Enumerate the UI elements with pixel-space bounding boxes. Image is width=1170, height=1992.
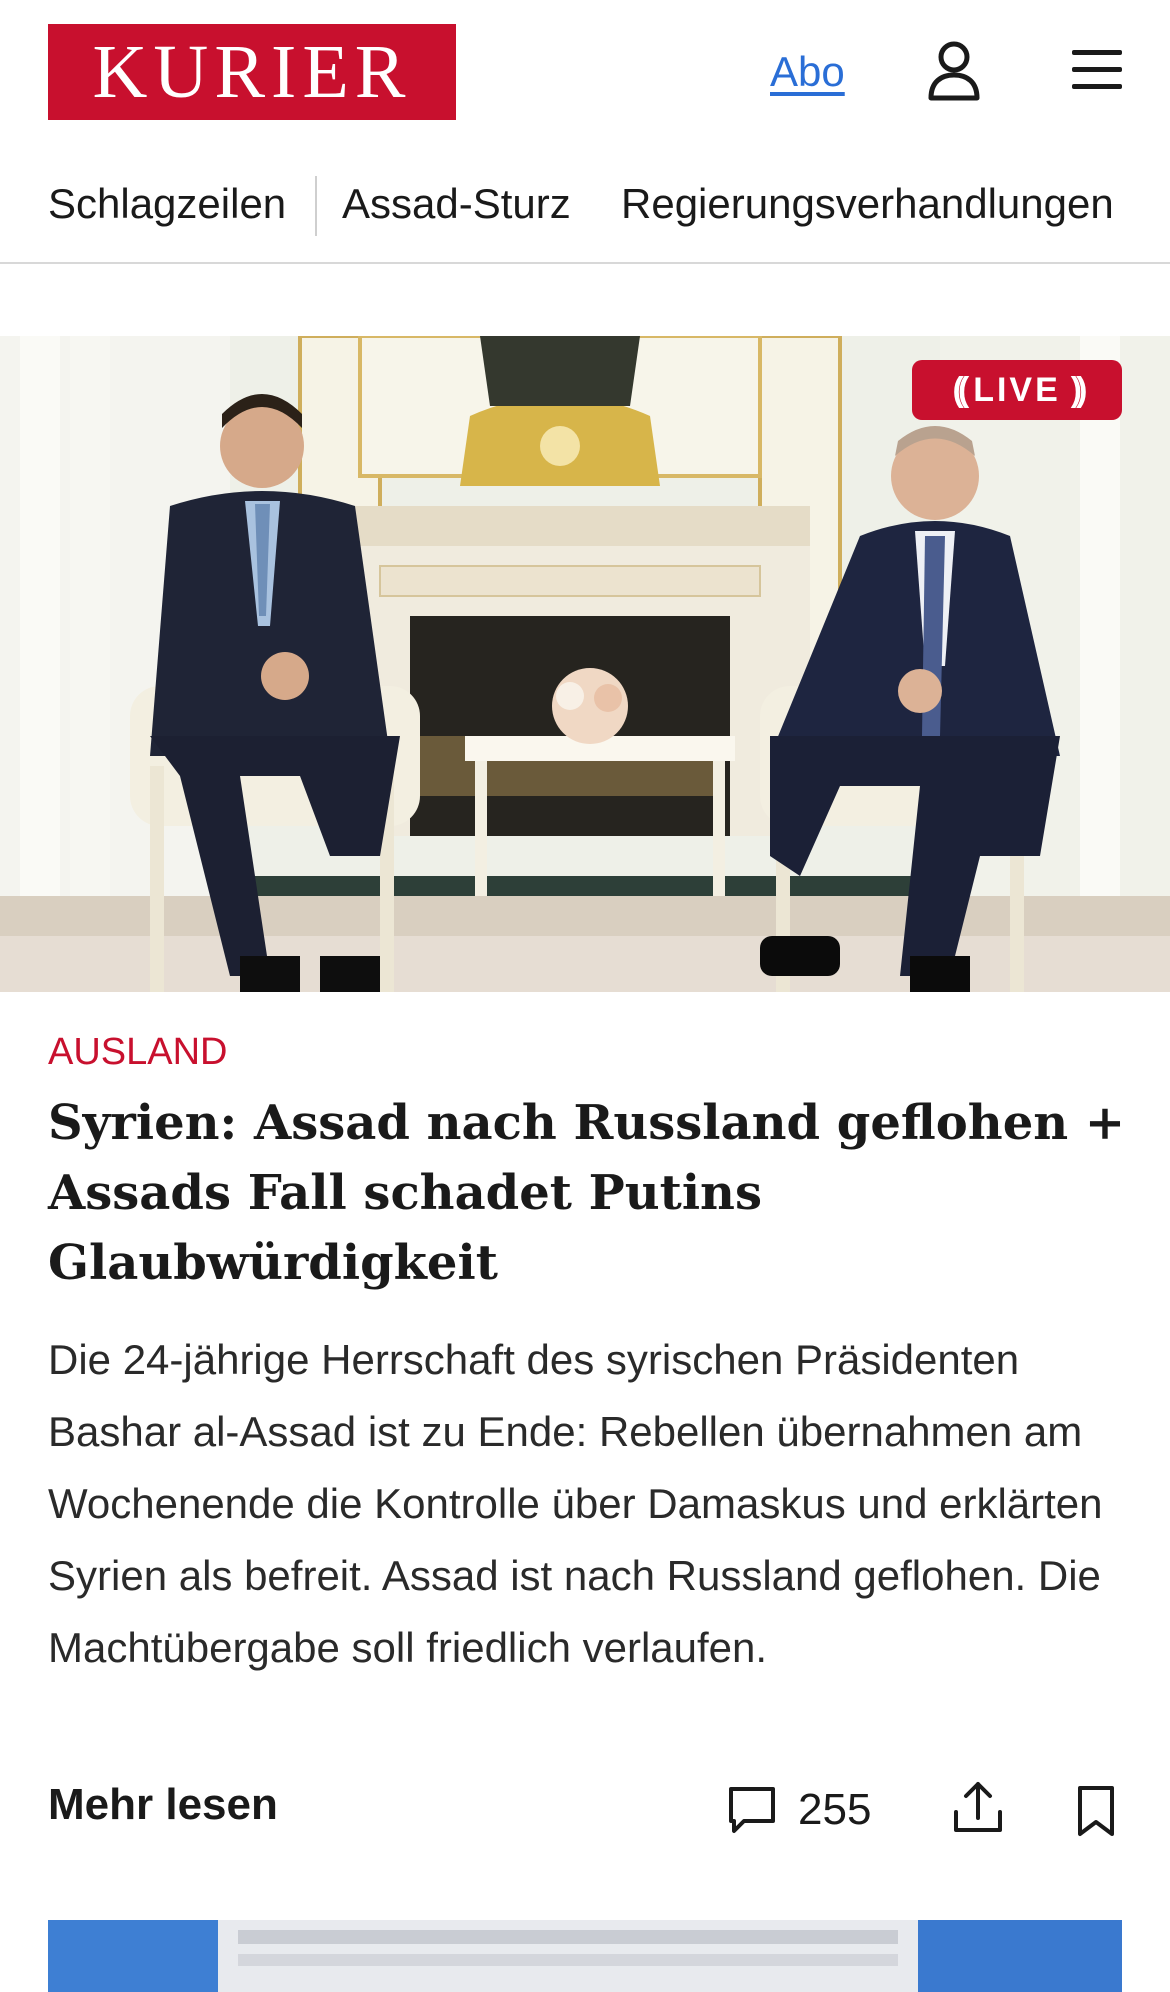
comment-icon — [729, 1787, 775, 1833]
nav-item-schlagzeilen[interactable]: Schlagzeilen — [48, 180, 286, 228]
live-signal-right-icon: )) — [1070, 370, 1087, 409]
article-hero-image[interactable] — [0, 336, 1170, 992]
live-badge: (( LIVE )) — [912, 360, 1122, 420]
abo-link[interactable]: Abo — [770, 48, 845, 96]
topic-nav: Schlagzeilen Assad-Sturz Regierungsverha… — [0, 160, 1170, 264]
next-article-image[interactable] — [48, 1920, 1122, 1992]
site-header: KURIER Abo — [0, 0, 1170, 148]
comment-count: 255 — [798, 1785, 872, 1834]
nav-divider — [315, 176, 317, 236]
bookmark-icon[interactable] — [1074, 1784, 1118, 1840]
comments-button[interactable]: 255 — [726, 1780, 871, 1840]
hamburger-menu-icon[interactable] — [1070, 44, 1126, 96]
read-more-link[interactable]: Mehr lesen — [48, 1780, 278, 1830]
live-signal-left-icon: (( — [952, 370, 969, 409]
nav-item-assad-sturz[interactable]: Assad-Sturz — [342, 180, 571, 228]
article-category[interactable]: AUSLAND — [48, 1030, 228, 1074]
article-headline[interactable]: Syrien: Assad nach Russland geflohen + A… — [48, 1088, 1128, 1298]
logo-text: KURIER — [92, 30, 412, 114]
user-icon[interactable] — [926, 40, 982, 102]
kurier-logo[interactable]: KURIER — [48, 24, 456, 120]
nav-item-regierungsverhandlungen[interactable]: Regierungsverhandlungen — [621, 180, 1114, 228]
live-label: LIVE — [973, 370, 1061, 409]
article-teaser: Die 24-jährige Herrschaft des syrischen … — [48, 1336, 1103, 1671]
share-icon[interactable] — [950, 1778, 1006, 1838]
